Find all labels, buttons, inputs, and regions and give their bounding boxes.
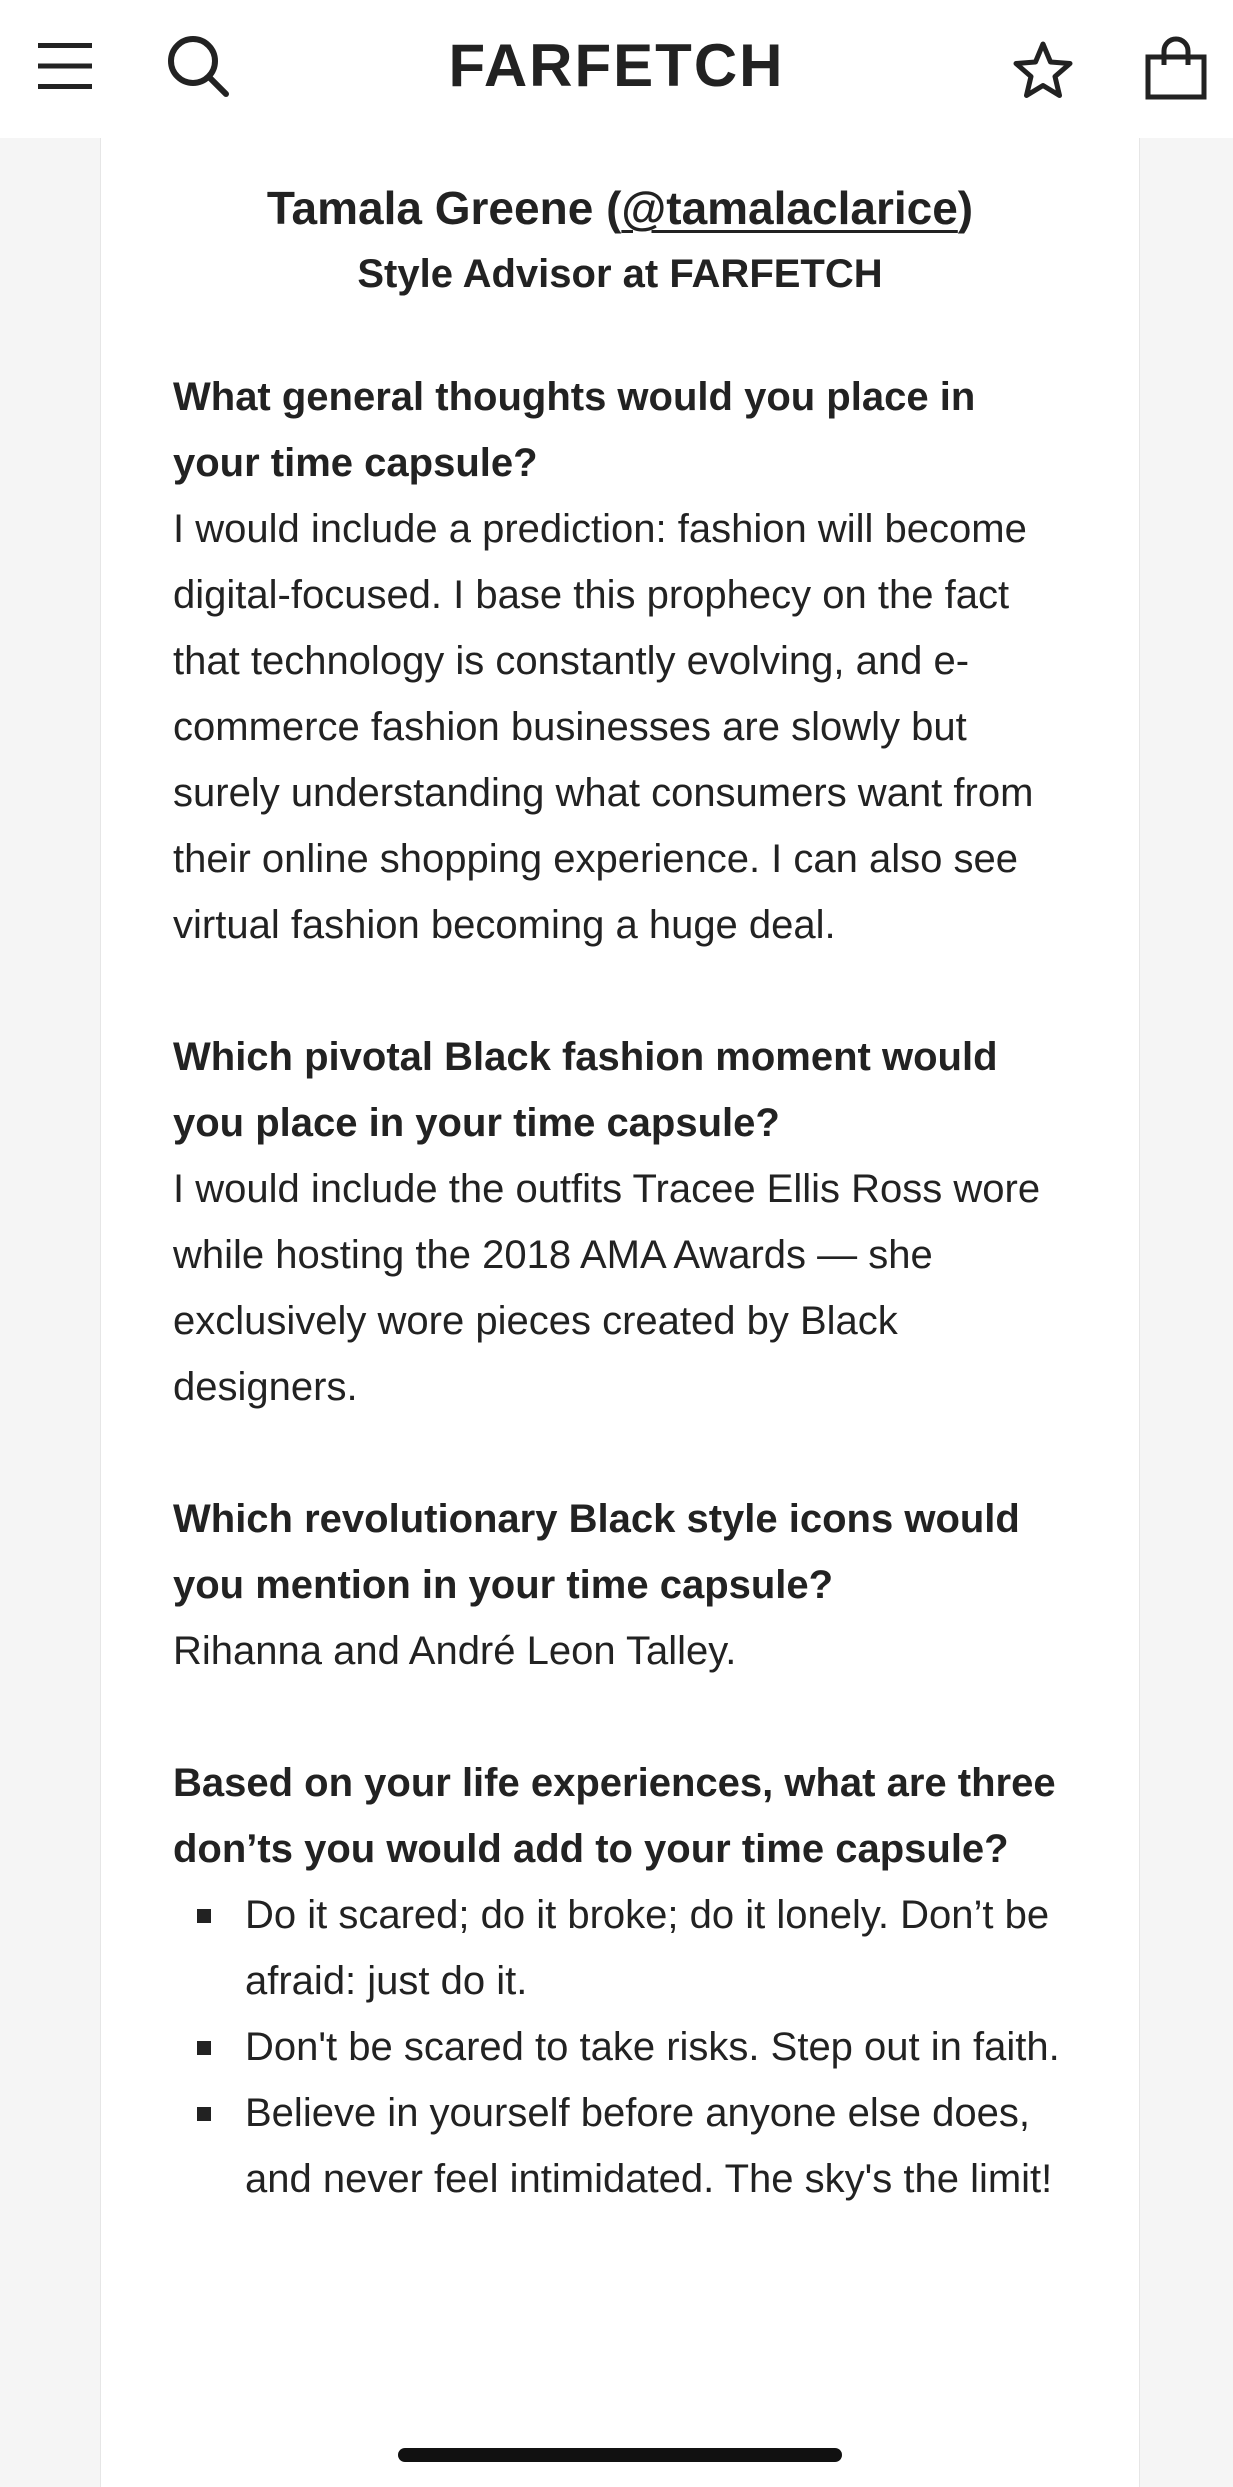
list-item: Believe in yourself before anyone else d…	[173, 2080, 1073, 2212]
star-icon	[1013, 41, 1073, 98]
author-block: Tamala Greene (@tamalaclarice) Style Adv…	[101, 174, 1139, 306]
qa-item: Which pivotal Black fashion moment would…	[173, 1024, 1073, 1420]
author-role: Style Advisor at FARFETCH	[357, 252, 883, 296]
qa-item: What general thoughts would you place in…	[173, 364, 1073, 958]
square-bullet-icon	[197, 1909, 211, 1923]
answer: I would include the outfits Tracee Ellis…	[173, 1167, 1041, 1409]
list-item: Don't be scared to take risks. Step out …	[173, 2014, 1073, 2080]
home-indicator[interactable]	[398, 2448, 842, 2462]
question: Which pivotal Black fashion moment would…	[173, 1035, 998, 1145]
question: Based on your life experiences, what are…	[173, 1761, 1056, 1871]
interview-content: What general thoughts would you place in…	[173, 364, 1073, 2278]
top-navigation-bar: FARFETCH	[0, 0, 1233, 138]
author-handle-link[interactable]: @tamalaclarice	[621, 182, 957, 234]
qa-item: Which revolutionary Black style icons wo…	[173, 1486, 1073, 1684]
author-name: Tamala Greene (@tamalaclarice)	[266, 182, 974, 234]
square-bullet-icon	[197, 2041, 211, 2055]
shopping-bag-icon	[1145, 36, 1207, 100]
wishlist-button[interactable]	[1003, 32, 1083, 108]
shopping-bag-button[interactable]	[1138, 30, 1214, 106]
question: Which revolutionary Black style icons wo…	[173, 1497, 1020, 1607]
answer: Rihanna and André Leon Talley.	[173, 1629, 737, 1673]
list-item: Do it scared; do it broke; do it lonely.…	[173, 1882, 1073, 2014]
answer: I would include a prediction: fashion wi…	[173, 507, 1034, 947]
question: What general thoughts would you place in…	[173, 375, 976, 485]
donts-list: Do it scared; do it broke; do it lonely.…	[173, 1882, 1073, 2212]
article-card: Tamala Greene (@tamalaclarice) Style Adv…	[100, 138, 1140, 2487]
square-bullet-icon	[197, 2107, 211, 2121]
qa-item: Based on your life experiences, what are…	[173, 1750, 1073, 2212]
